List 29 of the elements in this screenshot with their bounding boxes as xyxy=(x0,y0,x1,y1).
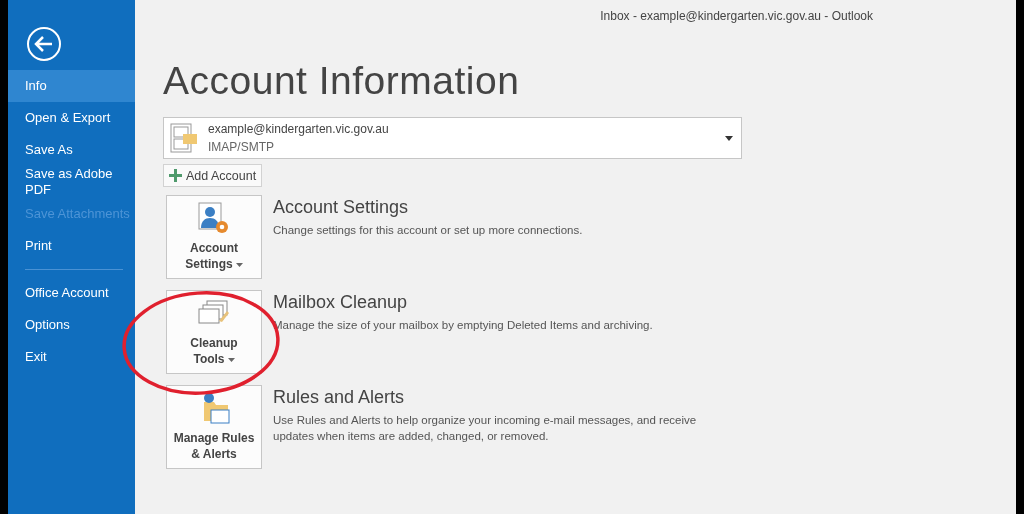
section-button[interactable]: Cleanup Tools xyxy=(166,290,262,374)
sidebar-item[interactable]: Save As xyxy=(8,134,135,166)
section-button[interactable]: Account Settings xyxy=(166,195,262,279)
sidebar-item[interactable]: Save as Adobe PDF xyxy=(8,166,135,198)
page-title: Account Information xyxy=(163,59,521,103)
sidebar-item[interactable]: Office Account xyxy=(8,277,135,309)
plus-icon xyxy=(169,169,182,182)
back-button[interactable] xyxy=(26,26,62,62)
add-account-button[interactable]: Add Account xyxy=(163,164,263,187)
sidebar-item[interactable]: Print xyxy=(8,230,135,262)
section-heading: Mailbox Cleanup xyxy=(273,292,409,313)
section-button[interactable]: Manage Rules & Alerts xyxy=(166,385,262,469)
window-title: Inbox - example@kindergarten.vic.gov.au - Outlook xyxy=(600,9,873,23)
sidebar-item[interactable]: Options xyxy=(8,309,135,341)
caret-icon xyxy=(227,357,235,362)
account-selector[interactable]: example@kindergarten.vic.gov.au IMAP/SMTP xyxy=(163,117,742,159)
cabinet-envelope-icon xyxy=(170,123,198,153)
person-gear-icon xyxy=(197,202,231,236)
sidebar-item[interactable]: Exit xyxy=(8,341,135,373)
dropdown-arrow-icon xyxy=(725,135,733,141)
account-email: example@kindergarten.vic.gov.au xyxy=(208,122,390,136)
section-heading: Account Settings xyxy=(273,197,410,218)
account-type: IMAP/SMTP xyxy=(208,140,275,154)
sidebar-item[interactable]: Info xyxy=(8,70,135,102)
section-description: Use Rules and Alerts to help organize your incoming e-mail messages, and receive updates when items are added, changed, or removed. xyxy=(273,413,698,444)
sidebar-item[interactable]: Open & Export xyxy=(8,102,135,134)
caret-icon xyxy=(235,262,243,267)
section-description: Change settings for this account or set up more connections. xyxy=(273,223,583,238)
section-heading: Rules and Alerts xyxy=(273,387,406,408)
